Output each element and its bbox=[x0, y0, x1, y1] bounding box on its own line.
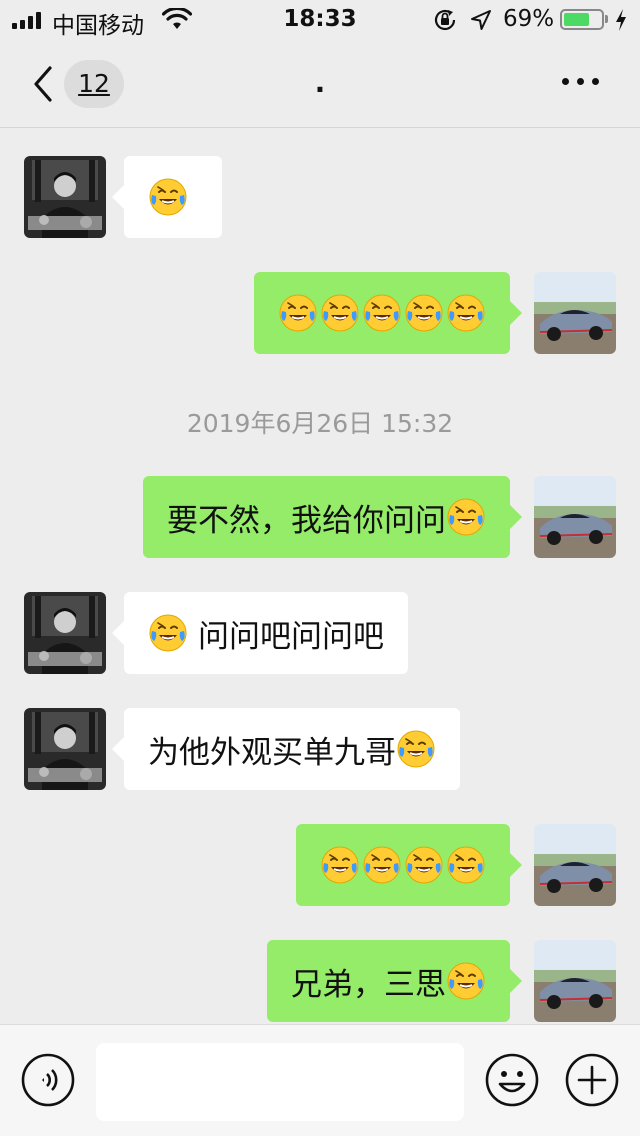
tears-of-joy-emoji bbox=[148, 613, 188, 653]
voice-icon[interactable] bbox=[20, 1052, 76, 1108]
status-bar: 中国移动 18:33 69% bbox=[0, 0, 640, 40]
my-avatar[interactable] bbox=[534, 272, 616, 354]
message-text: 为他外观买单九哥 bbox=[148, 734, 396, 771]
battery-icon bbox=[560, 9, 604, 30]
contact-avatar[interactable] bbox=[24, 156, 106, 238]
more-dots-icon[interactable] bbox=[562, 78, 599, 85]
tears-of-joy-emoji bbox=[148, 177, 188, 217]
location-arrow-icon bbox=[471, 10, 491, 30]
my-avatar[interactable] bbox=[534, 476, 616, 558]
input-bar bbox=[0, 1024, 640, 1136]
message-text: 要不然，我给你问问 bbox=[167, 502, 446, 539]
nav-bar: 12 . bbox=[0, 40, 640, 128]
my-avatar[interactable] bbox=[534, 940, 616, 1022]
contact-avatar[interactable] bbox=[24, 708, 106, 790]
contact-avatar[interactable] bbox=[24, 592, 106, 674]
incoming-message-bubble[interactable] bbox=[112, 156, 222, 238]
tears-of-joy-emoji bbox=[396, 729, 436, 769]
tears-of-joy-emoji bbox=[446, 497, 486, 537]
my-avatar[interactable] bbox=[534, 824, 616, 906]
tears-of-joy-emoji bbox=[446, 961, 486, 1001]
outgoing-message-bubble[interactable]: 要不然，我给你问问 bbox=[143, 476, 522, 558]
outgoing-message-bubble[interactable]: 兄弟，三思 bbox=[267, 940, 522, 1022]
message-timestamp: 2019年6月26日 15:32 bbox=[186, 409, 454, 438]
tears-of-joy-emoji bbox=[320, 845, 486, 885]
chat-title: . bbox=[314, 66, 326, 99]
outgoing-message-bubble[interactable] bbox=[254, 272, 522, 354]
plus-icon[interactable] bbox=[564, 1052, 620, 1108]
incoming-message-bubble[interactable]: 问问吧问问吧 bbox=[112, 592, 408, 674]
outgoing-message-bubble[interactable] bbox=[296, 824, 522, 906]
orientation-lock-icon bbox=[434, 9, 456, 31]
battery-percent: 69% bbox=[503, 6, 555, 32]
message-input[interactable] bbox=[96, 1043, 464, 1121]
message-text: 兄弟，三思 bbox=[291, 966, 446, 1003]
chat-screen: 中国移动 18:33 69% 12 . 2019年6月26日 15:32 要不然… bbox=[0, 0, 640, 1136]
message-list[interactable]: 2019年6月26日 15:32 要不然，我给你问问问问吧问问吧为他外观买单九哥… bbox=[0, 128, 640, 1024]
incoming-message-bubble[interactable]: 为他外观买单九哥 bbox=[112, 708, 460, 790]
battery-fill bbox=[564, 13, 589, 26]
emoji-icon[interactable] bbox=[484, 1052, 540, 1108]
message-text: 问问吧问问吧 bbox=[198, 618, 384, 655]
tears-of-joy-emoji bbox=[278, 293, 486, 333]
battery-cap bbox=[605, 15, 608, 23]
charging-bolt-icon bbox=[616, 9, 626, 31]
